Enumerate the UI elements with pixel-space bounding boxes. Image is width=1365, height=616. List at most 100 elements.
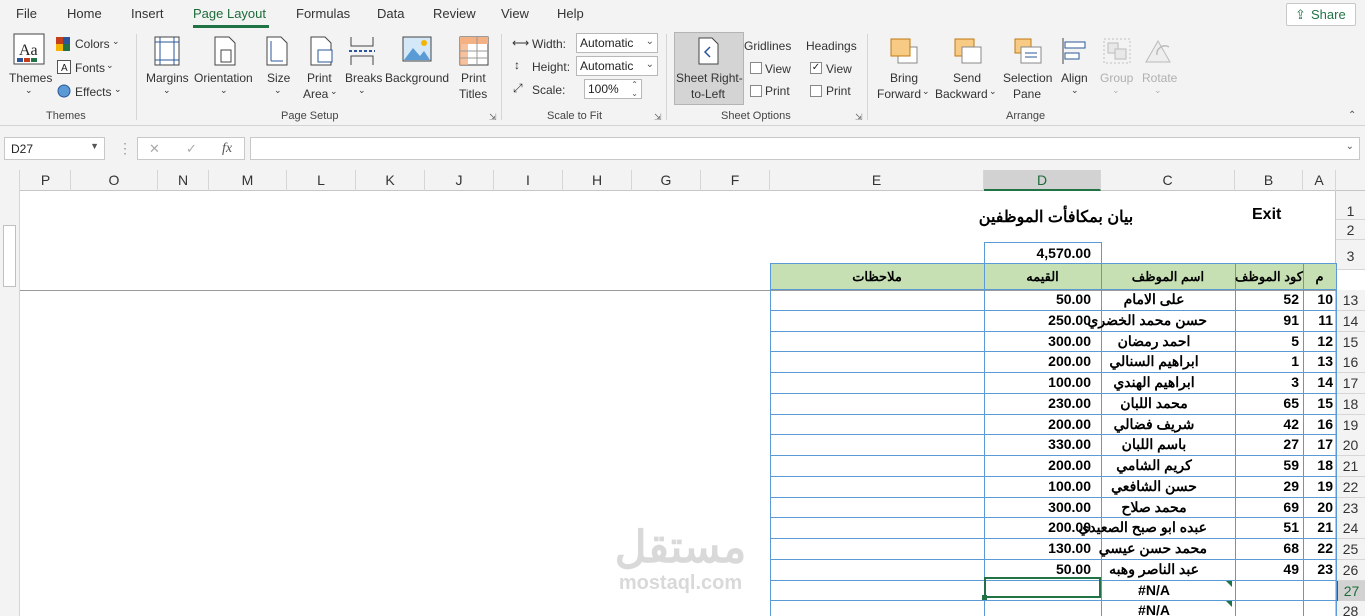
scrollbar-thumb[interactable]	[3, 225, 16, 287]
cell-value[interactable]: 50.00	[984, 561, 1091, 577]
cell-name[interactable]: باسم اللبان	[1101, 436, 1207, 453]
name-box[interactable]: D27 ▼	[4, 137, 105, 160]
column-header-e[interactable]: E	[770, 170, 984, 191]
cell-value[interactable]: 250.00	[984, 312, 1091, 328]
cell-name[interactable]: عبده ابو صبح الصعيدي	[1078, 519, 1207, 536]
column-header-g[interactable]: G	[632, 170, 701, 191]
row-header-13[interactable]: 13	[1336, 290, 1365, 311]
cell-value[interactable]: 100.00	[984, 478, 1091, 494]
cell-num[interactable]: 15	[1303, 395, 1333, 411]
cell-code[interactable]: 68	[1235, 540, 1299, 556]
cell-code[interactable]: 1	[1235, 353, 1299, 369]
cell-num[interactable]: 17	[1303, 436, 1333, 452]
column-header-c[interactable]: C	[1101, 170, 1235, 191]
cell-code[interactable]: 27	[1235, 436, 1299, 452]
tab-help[interactable]: Help	[557, 6, 584, 21]
headings-view-checkbox[interactable]: ✓	[810, 62, 822, 74]
cell-value[interactable]: 300.00	[984, 333, 1091, 349]
cell-name[interactable]: حسن الشافعي	[1101, 478, 1207, 495]
cell-code[interactable]: 69	[1235, 499, 1299, 515]
tab-page-layout[interactable]: Page Layout	[193, 6, 266, 21]
scale-launcher-icon[interactable]: ⇲	[654, 112, 662, 123]
row-header-14[interactable]: 14	[1336, 310, 1365, 332]
scale-spinner[interactable]: 100% ⌃ ⌄	[584, 79, 642, 99]
column-header-k[interactable]: K	[356, 170, 425, 191]
cell-code[interactable]: 51	[1235, 519, 1299, 535]
row-header-3[interactable]: 3	[1336, 240, 1365, 270]
cell-code[interactable]: 65	[1235, 395, 1299, 411]
cell-code[interactable]: 29	[1235, 478, 1299, 494]
cell-num[interactable]: 10	[1303, 291, 1333, 307]
gridlines-view-checkbox[interactable]	[750, 62, 762, 74]
cell-value[interactable]: 100.00	[984, 374, 1091, 390]
column-header-l[interactable]: L	[287, 170, 356, 191]
cell-name[interactable]: حسن محمد الخضري	[1087, 312, 1207, 329]
formula-input[interactable]: ⌄	[250, 137, 1360, 160]
cell-code[interactable]: 49	[1235, 561, 1299, 577]
active-cell-d27[interactable]	[984, 577, 1101, 598]
cell-num[interactable]: 18	[1303, 457, 1333, 473]
column-header-m[interactable]: M	[209, 170, 287, 191]
cell-num[interactable]: 20	[1303, 499, 1333, 515]
expand-formula-icon[interactable]: ⌄	[1346, 141, 1354, 152]
cell-name[interactable]: عبد الناصر وهبه	[1101, 561, 1207, 578]
cell-name-error[interactable]: #N/A	[1101, 602, 1207, 616]
vertical-scrollbar[interactable]	[0, 170, 20, 616]
row-header-26[interactable]: 26	[1336, 559, 1365, 581]
cell-value[interactable]: 330.00	[984, 436, 1091, 452]
cell-name-error[interactable]: #N/A	[1101, 582, 1207, 598]
column-header-h[interactable]: H	[563, 170, 632, 191]
cell-value[interactable]: 200.00	[984, 416, 1091, 432]
cell-name[interactable]: على الامام	[1101, 291, 1207, 308]
cell-name[interactable]: كريم الشامي	[1101, 457, 1207, 474]
cell-num[interactable]: 13	[1303, 353, 1333, 369]
tab-insert[interactable]: Insert	[131, 6, 164, 21]
cell-value[interactable]: 200.00	[984, 519, 1091, 535]
cell-name[interactable]: شريف فضالي	[1101, 416, 1207, 433]
cell-value[interactable]: 130.00	[984, 540, 1091, 556]
resize-handle-icon[interactable]: ⋮	[118, 140, 132, 157]
cell-num[interactable]: 22	[1303, 540, 1333, 556]
height-dropdown[interactable]: Automatic ⌄	[576, 56, 658, 76]
enter-icon[interactable]: ✓	[186, 141, 197, 157]
cell-name[interactable]: محمد اللبان	[1101, 395, 1207, 412]
row-header-23[interactable]: 23	[1336, 497, 1365, 519]
collapse-ribbon-icon[interactable]: ⌃	[1348, 110, 1356, 121]
cell-value[interactable]: 200.00	[984, 457, 1091, 473]
cell-name[interactable]: ابراهيم السنالي	[1101, 353, 1207, 370]
cell-value[interactable]: 50.00	[984, 291, 1091, 307]
tab-home[interactable]: Home	[67, 6, 102, 21]
cell-name[interactable]: ابراهيم الهندي	[1101, 374, 1207, 391]
cell-num[interactable]: 21	[1303, 519, 1333, 535]
cell-code[interactable]: 3	[1235, 374, 1299, 390]
exit-button[interactable]: Exit	[1252, 206, 1281, 224]
cell-code[interactable]: 42	[1235, 416, 1299, 432]
cell-num[interactable]: 14	[1303, 374, 1333, 390]
column-header-b[interactable]: B	[1235, 170, 1303, 191]
cell-num[interactable]: 12	[1303, 333, 1333, 349]
sheet-options-launcher-icon[interactable]: ⇲	[855, 112, 863, 123]
column-header-p[interactable]: P	[21, 170, 71, 191]
row-header-16[interactable]: 16	[1336, 352, 1365, 374]
cell-name[interactable]: احمد رمضان	[1101, 333, 1207, 350]
cell-value[interactable]: 230.00	[984, 395, 1091, 411]
cell-num[interactable]: 19	[1303, 478, 1333, 494]
tab-file[interactable]: File	[16, 6, 37, 21]
tab-formulas[interactable]: Formulas	[296, 6, 350, 21]
column-header-d[interactable]: D	[984, 170, 1101, 191]
width-dropdown[interactable]: Automatic ⌄	[576, 33, 658, 53]
fill-handle[interactable]	[982, 595, 987, 600]
row-header-22[interactable]: 22	[1336, 476, 1365, 498]
cell-code[interactable]: 59	[1235, 457, 1299, 473]
insert-function-icon[interactable]: fx	[222, 141, 232, 157]
column-header-o[interactable]: O	[71, 170, 158, 191]
column-header-f[interactable]: F	[701, 170, 770, 191]
cell-code[interactable]: 91	[1235, 312, 1299, 328]
cell-num[interactable]: 16	[1303, 416, 1333, 432]
row-header-2[interactable]: 2	[1336, 220, 1365, 240]
cell-value[interactable]: 300.00	[984, 499, 1091, 515]
row-header-1[interactable]: 1	[1336, 191, 1365, 220]
cell-num[interactable]: 23	[1303, 561, 1333, 577]
tab-review[interactable]: Review	[433, 6, 476, 21]
row-header-19[interactable]: 19	[1336, 414, 1365, 436]
